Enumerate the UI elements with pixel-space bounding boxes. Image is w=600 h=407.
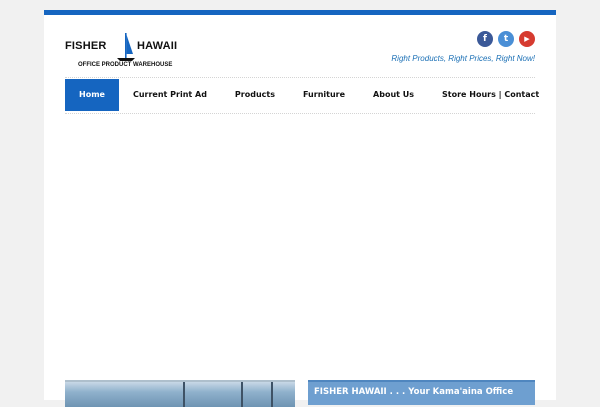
fisher-hawaii-logo[interactable]: FISHER HAWAII OFFICE PRODUCT WAREHOUSE (65, 32, 189, 72)
nav-store-hours-contact[interactable]: Store Hours | Contact (428, 79, 553, 111)
nav-about-us[interactable]: About Us (359, 79, 428, 111)
sailboat-icon (117, 33, 135, 61)
nav-divider (65, 113, 535, 114)
tagline: Right Products, Right Prices, Right Now! (391, 54, 535, 63)
nav-home[interactable]: Home (65, 79, 119, 111)
youtube-icon[interactable]: ▶ (519, 31, 535, 47)
intro-headline: FISHER HAWAII . . . Your Kama'aina Offic… (314, 387, 514, 397)
header-divider (65, 77, 535, 78)
intro-box: FISHER HAWAII . . . Your Kama'aina Offic… (308, 380, 535, 405)
photo-post (183, 382, 185, 407)
logo-subtitle: OFFICE PRODUCT WAREHOUSE (78, 62, 173, 68)
photo-post (241, 382, 243, 407)
photo-post (271, 382, 273, 407)
logo-name-right: HAWAII (137, 40, 178, 52)
twitter-icon[interactable]: t (498, 31, 514, 47)
page-container: FISHER HAWAII OFFICE PRODUCT WAREHOUSE f… (44, 10, 556, 407)
facebook-icon[interactable]: f (477, 31, 493, 47)
storefront-photo (65, 380, 295, 407)
logo-name-left: FISHER (65, 40, 107, 52)
nav-products[interactable]: Products (221, 79, 289, 111)
nav-furniture[interactable]: Furniture (289, 79, 359, 111)
main-nav: Home Current Print Ad Products Furniture… (65, 79, 553, 111)
nav-current-print-ad[interactable]: Current Print Ad (119, 79, 221, 111)
social-links: f t ▶ (477, 31, 535, 47)
